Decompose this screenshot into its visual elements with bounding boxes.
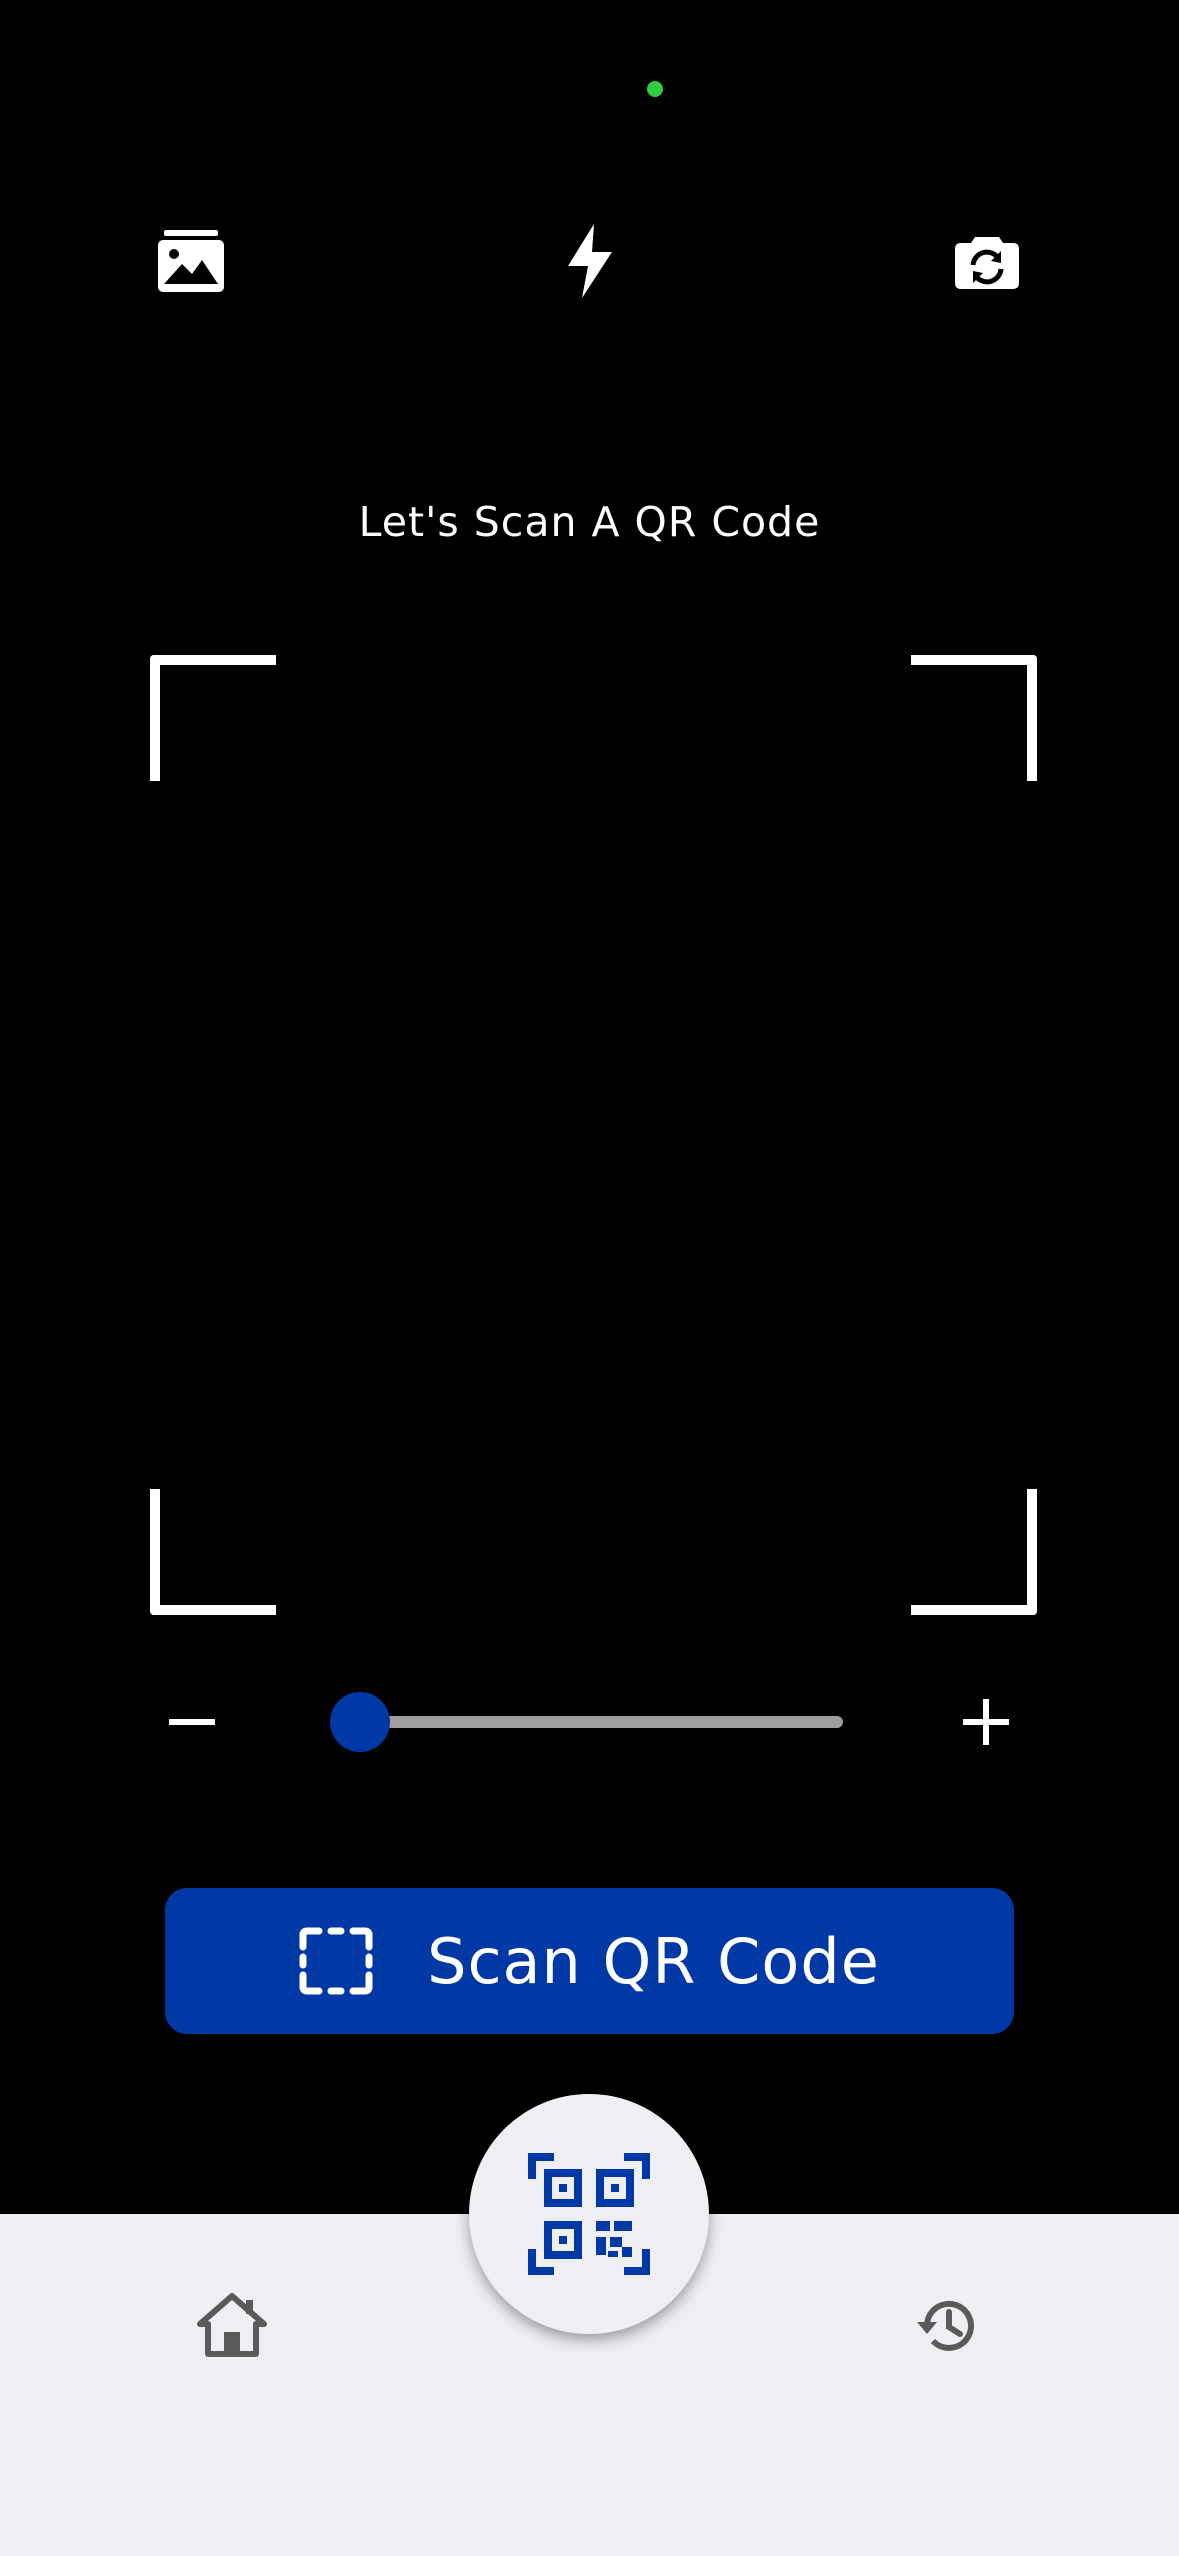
zoom-in-button[interactable]: [946, 1682, 1026, 1762]
gallery-icon: [158, 230, 224, 292]
viewfinder-corner-top-right: [911, 655, 1037, 781]
switch-camera-icon: [955, 237, 1019, 289]
flash-icon: [568, 224, 612, 298]
zoom-out-button[interactable]: [152, 1682, 232, 1762]
scan-button-label: Scan QR Code: [427, 1924, 880, 1998]
scan-prompt: Let's Scan A QR Code: [358, 498, 821, 546]
viewfinder-corner-top-left: [150, 655, 276, 781]
zoom-slider-thumb[interactable]: [330, 1692, 391, 1752]
plus-icon: [963, 1699, 1009, 1745]
minus-icon: [169, 1719, 215, 1725]
viewfinder-corner-bottom-right: [911, 1489, 1037, 1615]
zoom-slider[interactable]: [330, 1692, 843, 1752]
scanner-screen: Let's Scan A QR Code Scan QR Code: [0, 0, 1179, 2556]
qr-code-icon: [528, 2153, 650, 2275]
nav-history[interactable]: [893, 2270, 1003, 2380]
gallery-button[interactable]: [136, 206, 246, 316]
scan-frame-icon: [299, 1927, 373, 1995]
switch-camera-button[interactable]: [932, 206, 1042, 316]
history-icon: [917, 2300, 974, 2351]
nav-home[interactable]: [177, 2270, 287, 2380]
scan-qr-code-button[interactable]: Scan QR Code: [165, 1888, 1014, 2034]
camera-in-use-indicator: [647, 81, 663, 97]
viewfinder-corner-bottom-left: [150, 1489, 276, 1615]
nav-qr-scanner[interactable]: [469, 2094, 709, 2334]
home-icon: [197, 2293, 267, 2357]
flash-button[interactable]: [535, 206, 645, 316]
